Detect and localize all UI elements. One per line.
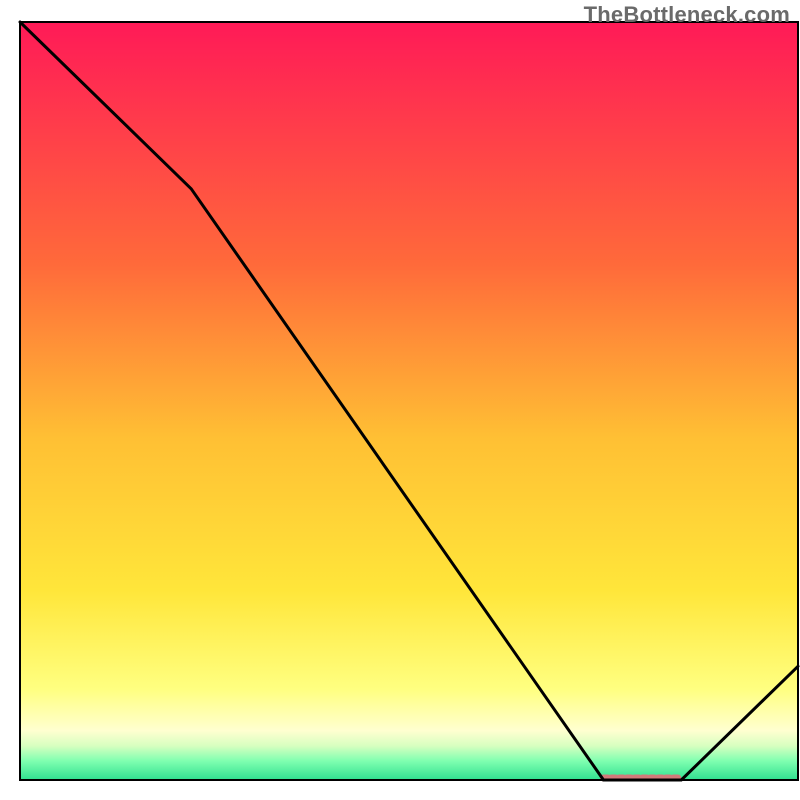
chart-frame: TheBottleneck.com — [0, 0, 800, 800]
bottleneck-plot — [0, 0, 800, 800]
watermark-label: TheBottleneck.com — [584, 2, 790, 28]
